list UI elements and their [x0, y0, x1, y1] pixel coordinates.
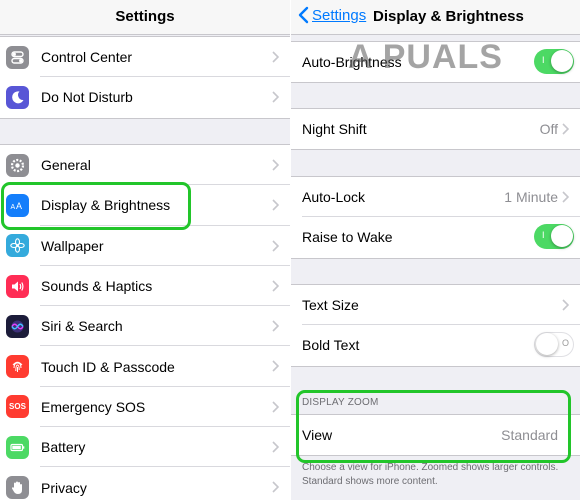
settings-item-label: Touch ID & Passcode	[41, 358, 175, 375]
settings-item-touch-id-passcode[interactable]: Touch ID & Passcode	[0, 346, 290, 387]
lock-group: Auto-Lock 1 Minute Raise to Wake I	[291, 176, 580, 259]
settings-item-label: Emergency SOS	[41, 398, 146, 415]
settings-navbar: Settings	[0, 0, 290, 35]
settings-item-label: General	[41, 157, 91, 174]
settings-item-privacy[interactable]: Privacy	[0, 467, 290, 500]
toggles-icon	[6, 45, 29, 69]
highlight-display-brightness	[1, 182, 191, 230]
gear-icon	[6, 153, 29, 177]
night-shift-row[interactable]: Night Shift Off	[291, 109, 580, 149]
sos-icon-text: SOS	[9, 402, 26, 412]
chevron-right-icon	[562, 191, 569, 203]
auto-lock-row[interactable]: Auto-Lock 1 Minute	[291, 177, 580, 218]
bold-text-row: Bold Text O	[291, 325, 580, 365]
settings-item-do-not-disturb[interactable]: Do Not Disturb	[0, 77, 290, 117]
settings-item-emergency-sos[interactable]: SOS Emergency SOS	[0, 387, 290, 428]
chevron-right-icon	[272, 360, 279, 373]
text-size-label: Text Size	[302, 297, 359, 314]
hand-icon	[6, 476, 29, 500]
raise-to-wake-toggle[interactable]: I	[534, 224, 574, 250]
chevron-right-icon	[272, 199, 279, 211]
text-size-row[interactable]: Text Size	[291, 285, 580, 326]
night-shift-label: Night Shift	[302, 121, 367, 138]
night-shift-value: Off	[539, 121, 558, 138]
settings-item-label: Siri & Search	[41, 318, 123, 335]
settings-group-top: Control Center Do Not Disturb	[0, 36, 290, 119]
chevron-right-icon	[272, 240, 279, 252]
settings-item-label: Do Not Disturb	[41, 89, 133, 106]
chevron-left-icon	[298, 6, 309, 24]
fingerprint-icon	[6, 355, 29, 379]
settings-item-label: Wallpaper	[41, 237, 104, 254]
settings-item-wallpaper[interactable]: Wallpaper	[0, 226, 290, 266]
auto-brightness-toggle[interactable]: I	[534, 49, 574, 74]
chevron-right-icon	[562, 123, 569, 135]
text-group: Text Size Bold Text O	[291, 284, 580, 367]
settings-title: Settings	[115, 8, 175, 25]
display-navbar: Settings Display & Brightness	[291, 0, 580, 35]
settings-item-control-center[interactable]: Control Center	[0, 37, 290, 78]
siri-icon	[6, 314, 29, 338]
chevron-right-icon	[272, 280, 279, 292]
bold-text-label: Bold Text	[302, 337, 360, 354]
chevron-right-icon	[272, 159, 279, 171]
settings-item-label: Privacy	[41, 479, 87, 496]
raise-to-wake-label: Raise to Wake	[302, 229, 393, 246]
settings-item-label: Sounds & Haptics	[41, 278, 153, 295]
chevron-right-icon	[272, 51, 279, 63]
settings-item-general[interactable]: General	[0, 145, 290, 186]
settings-pane: Settings Control Center Do Not Disturb G…	[0, 0, 290, 500]
bold-text-toggle[interactable]: O	[534, 332, 574, 358]
battery-icon	[6, 435, 29, 459]
settings-item-label: Battery	[41, 439, 86, 456]
settings-item-battery[interactable]: Battery	[0, 427, 290, 468]
speaker-icon	[6, 274, 29, 298]
chevron-right-icon	[272, 401, 279, 413]
moon-icon	[6, 85, 29, 109]
display-zoom-footer: Choose a view for iPhone. Zoomed shows l…	[302, 462, 559, 487]
auto-lock-value: 1 Minute	[504, 189, 558, 206]
flower-icon	[6, 234, 29, 258]
settings-item-label: Control Center	[41, 49, 133, 66]
toggle-on-mark: I	[542, 55, 545, 65]
display-title: Display & Brightness	[373, 8, 524, 25]
auto-lock-label: Auto-Lock	[302, 189, 366, 206]
toggle-off-mark: O	[561, 338, 569, 349]
chevron-right-icon	[272, 481, 279, 493]
raise-to-wake-row: Raise to Wake I	[291, 217, 580, 257]
toggle-on-mark: I	[542, 230, 545, 241]
chevron-right-icon	[272, 441, 279, 453]
back-button-label: Settings	[312, 6, 367, 24]
settings-item-siri-search[interactable]: Siri & Search	[0, 306, 290, 347]
sos-icon: SOS	[6, 395, 29, 419]
highlight-display-zoom	[296, 390, 571, 463]
night-shift-group: Night Shift Off	[291, 108, 580, 151]
chevron-right-icon	[562, 299, 569, 311]
watermark: A PUALS	[348, 38, 503, 76]
chevron-right-icon	[272, 320, 279, 332]
chevron-right-icon	[272, 91, 279, 103]
back-button[interactable]: Settings	[297, 6, 366, 24]
settings-item-sounds-haptics[interactable]: Sounds & Haptics	[0, 266, 290, 307]
